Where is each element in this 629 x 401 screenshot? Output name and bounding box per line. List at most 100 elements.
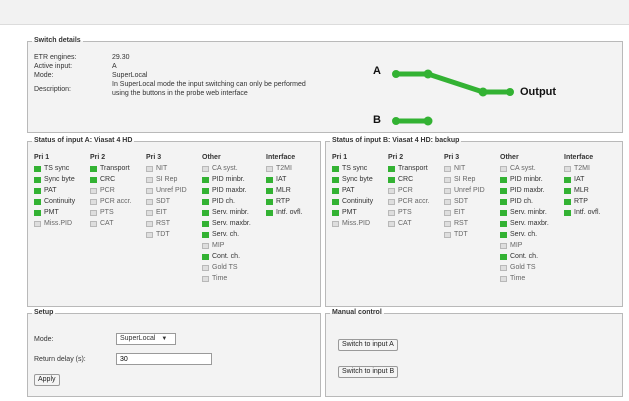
mode-select[interactable]: SuperLocal ▼ [116, 333, 176, 345]
column-header: Other [500, 154, 519, 161]
top-bar [0, 0, 629, 25]
mode-value: SuperLocal [112, 72, 148, 79]
status-inactive-icon [444, 187, 451, 194]
status-item-crc: CRC [388, 174, 430, 185]
status-item-pat: PAT [34, 185, 75, 196]
status-inactive-icon [146, 187, 153, 194]
status-ok-icon [266, 187, 273, 194]
status-item-mlr: MLR [266, 185, 302, 196]
column-header: Pri 3 [146, 154, 162, 161]
status-item-miss-pid: Miss.PID [34, 218, 75, 229]
switch-to-input-b-button[interactable]: Switch to input B [338, 366, 399, 378]
status-item-label: Transport [398, 165, 428, 172]
column-header: Pri 2 [388, 154, 404, 161]
status-ok-icon [202, 209, 209, 216]
status-item-label: PID maxbr. [510, 187, 545, 194]
input-a-status-legend: Status of input A: Viasat 4 HD [34, 137, 133, 144]
status-ok-icon [34, 165, 41, 172]
status-item-label: Continuity [342, 198, 374, 205]
apply-button[interactable]: Apply [34, 374, 60, 386]
status-item-tdt: TDT [444, 229, 485, 240]
status-item-pcr: PCR [388, 185, 430, 196]
status-ok-icon [202, 220, 209, 227]
column-header: Pri 1 [34, 154, 50, 161]
status-ok-icon [564, 187, 571, 194]
status-ok-icon [500, 253, 507, 260]
status-ok-icon [500, 231, 507, 238]
setup-legend: Setup [34, 309, 54, 316]
status-item-unref-pid: Unref PID [146, 185, 187, 196]
status-inactive-icon [146, 209, 153, 216]
status-ok-icon [332, 198, 339, 205]
switch-diagram-shapes [392, 69, 514, 126]
status-item-label: NIT [454, 165, 466, 172]
status-item-iat: IAT [266, 174, 302, 185]
return-delay-label: Return delay (s): [34, 356, 86, 363]
status-item-rst: RST [146, 218, 187, 229]
status-item-label: RTP [276, 198, 290, 205]
status-item-serv-maxbr: Serv. maxbr. [500, 218, 549, 229]
status-item-label: PCR accr. [100, 198, 132, 205]
status-inactive-icon [500, 165, 507, 172]
status-ok-icon [266, 198, 273, 205]
status-ok-icon [202, 187, 209, 194]
status-inactive-icon [34, 220, 41, 227]
switch-to-input-a-button[interactable]: Switch to input A [338, 339, 398, 351]
status-item-miss-pid: Miss.PID [332, 218, 373, 229]
status-item-label: NIT [156, 165, 168, 172]
diagram-label-b: B [373, 114, 381, 126]
status-item-label: TDT [156, 231, 170, 238]
input-b-status-panel: Status of input B: Viasat 4 HD: backup P… [325, 137, 623, 307]
switch-details-legend: Switch details [34, 37, 81, 44]
input-b-column-other: Other CA syst. PID minbr. PID maxbr. PID ch.… [500, 153, 549, 284]
input-b-node-right [423, 116, 433, 126]
status-ok-icon [500, 209, 507, 216]
input-b-status-legend: Status of input B: Viasat 4 HD: backup [332, 137, 460, 144]
status-item-label: PID minbr. [212, 176, 245, 183]
status-inactive-icon [90, 187, 97, 194]
status-item-label: T2MI [276, 165, 292, 172]
status-inactive-icon [388, 220, 395, 227]
switch-diagram [392, 69, 514, 126]
status-item-label: RST [454, 220, 468, 227]
column-header: Pri 1 [332, 154, 348, 161]
status-ok-icon [34, 176, 41, 183]
status-item-label: SI Rep [454, 176, 476, 183]
status-item-label: TS sync [342, 165, 368, 172]
status-ok-icon [500, 220, 507, 227]
status-item-label: PMT [44, 209, 59, 216]
status-item-label: Gold TS [510, 264, 536, 271]
description-value: In SuperLocal mode the input switching c… [112, 81, 306, 97]
status-item-intf-ovfl: Intf. ovfl. [564, 207, 600, 218]
status-item-label: PAT [342, 187, 355, 194]
status-inactive-icon [444, 209, 451, 216]
input-a-column-interface: Interface T2MI IAT MLR RTP Intf. ovfl. [266, 153, 302, 218]
status-inactive-icon [444, 220, 451, 227]
return-delay-input[interactable] [116, 353, 212, 365]
status-item-label: PCR accr. [398, 198, 430, 205]
status-item-si-rep: SI Rep [146, 174, 187, 185]
status-item-label: SI Rep [156, 176, 178, 183]
status-item-time: Time [202, 273, 251, 284]
status-ok-icon [202, 198, 209, 205]
mode-label: Mode: [34, 72, 54, 79]
setup-panel: Setup Mode: SuperLocal ▼ Return delay (s… [27, 309, 321, 397]
status-item-pmt: PMT [332, 207, 373, 218]
status-item-rtp: RTP [266, 196, 302, 207]
status-ok-icon [388, 176, 395, 183]
status-inactive-icon [90, 220, 97, 227]
status-item-pcr-accr: PCR accr. [90, 196, 132, 207]
status-ok-icon [332, 209, 339, 216]
status-item-iat: IAT [564, 174, 600, 185]
status-item-sync-byte: Sync byte [332, 174, 373, 185]
input-b-column-pri-1: Pri 1 TS sync Sync byte PAT Continuity PMT Mis… [332, 153, 373, 229]
status-item-eit: EIT [146, 207, 187, 218]
status-inactive-icon [388, 209, 395, 216]
status-item-label: SDT [156, 198, 170, 205]
status-ok-icon [90, 176, 97, 183]
status-item-label: Intf. ovfl. [276, 209, 303, 216]
status-item-label: SDT [454, 198, 468, 205]
status-inactive-icon [500, 264, 507, 271]
input-b-column-interface: Interface T2MI IAT MLR RTP Intf. ovfl. [564, 153, 600, 218]
status-inactive-icon [146, 198, 153, 205]
